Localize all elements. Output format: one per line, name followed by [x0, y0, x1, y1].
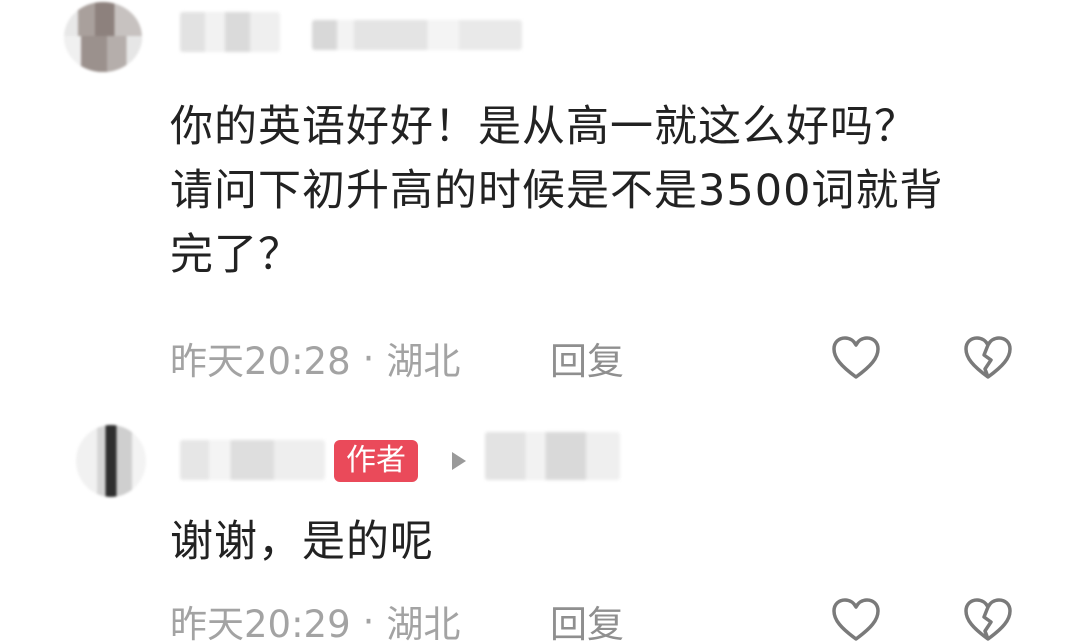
avatar[interactable] [76, 425, 146, 497]
triangle-right-icon [452, 452, 466, 470]
heart-outline-icon [832, 336, 880, 379]
comment-thread: 你的英语好好！是从高一就这么好吗？ 请问下初升高的时候是不是3500词就背 完了… [0, 0, 1080, 641]
dislike-button[interactable] [960, 594, 1016, 641]
heart-outline-icon [832, 598, 880, 641]
separator-dot: · [362, 599, 375, 641]
user-info-blurred [312, 20, 522, 50]
author-badge: 作者 [334, 440, 418, 482]
dislike-button[interactable] [960, 332, 1016, 384]
comment-text: 谢谢，是的呢 [170, 517, 434, 567]
comment-line: 完了？ [170, 230, 302, 280]
like-button[interactable] [828, 594, 884, 641]
timestamp: 昨天20:28 [170, 340, 351, 383]
comment-line: 请问下初升高的时候是不是3500词就背 [170, 166, 944, 216]
location: 湖北 [386, 603, 461, 641]
comment-meta: 昨天20:29 · 湖北 回复 [170, 595, 624, 641]
reply-button[interactable]: 回复 [550, 594, 624, 641]
reply-to-username-blurred[interactable] [485, 432, 620, 480]
comment-meta: 昨天20:28 · 湖北 回复 [170, 332, 624, 384]
username-blurred[interactable] [180, 440, 325, 480]
broken-heart-icon [964, 336, 1012, 379]
comment-text: 你的英语好好！是从高一就这么好吗？ 请问下初升高的时候是不是3500词就背 完了… [170, 95, 1050, 287]
timestamp: 昨天20:29 [170, 603, 351, 641]
separator-dot: · [362, 336, 375, 380]
reply-button[interactable]: 回复 [550, 331, 624, 385]
location: 湖北 [386, 340, 461, 383]
comment-line: 你的英语好好！是从高一就这么好吗？ [170, 102, 918, 152]
username-blurred[interactable] [180, 12, 280, 52]
avatar[interactable] [64, 2, 142, 72]
like-button[interactable] [828, 332, 884, 384]
broken-heart-icon [964, 598, 1012, 641]
